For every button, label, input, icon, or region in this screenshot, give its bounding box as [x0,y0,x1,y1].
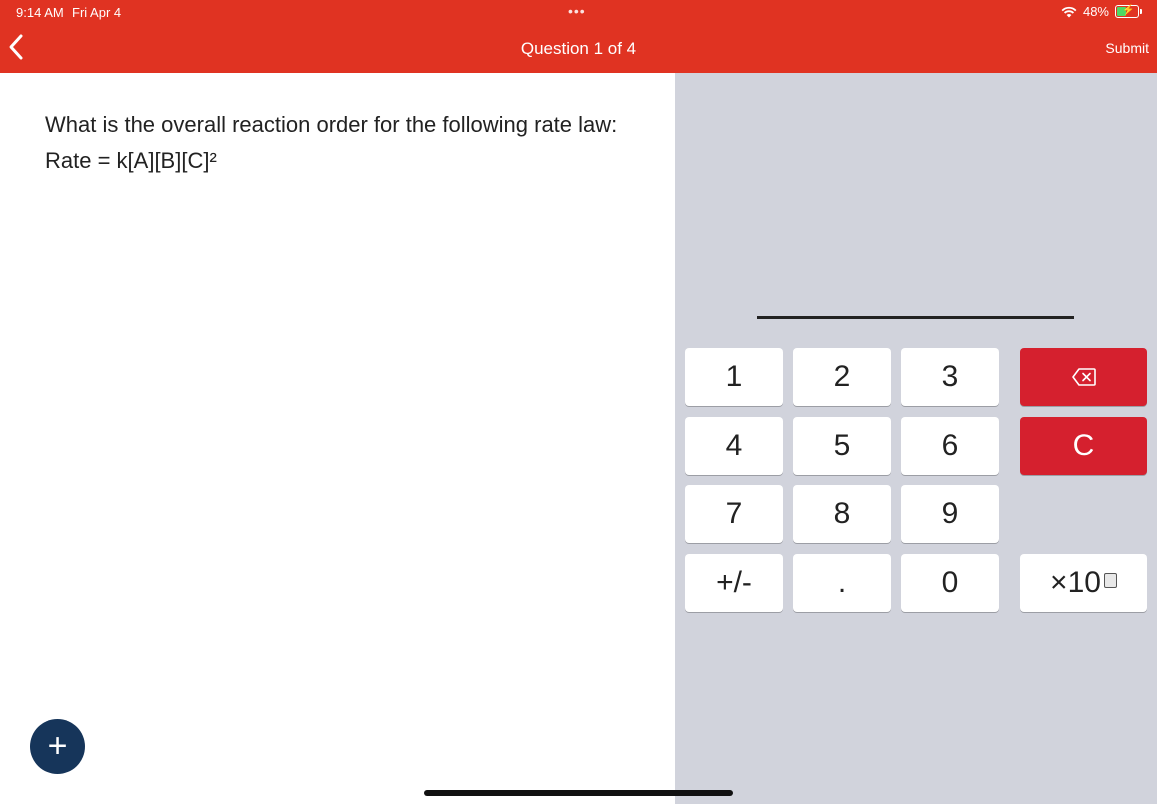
battery-charging-icon: ⚡ [1115,5,1142,18]
wifi-icon [1061,6,1077,17]
key-3[interactable]: 3 [901,348,999,406]
charging-bolt-icon: ⚡ [1122,5,1135,16]
question-text: What is the overall reaction order for t… [45,107,655,179]
decimal-key[interactable]: . [793,554,891,612]
page-title: Question 1 of 4 [520,39,637,58]
exponent-label: ×10 [1050,566,1101,599]
clear-button[interactable]: C [1020,417,1147,475]
question-line-1: What is the overall reaction order for t… [45,112,618,137]
battery-percent: 48% [1082,4,1109,19]
home-indicator [424,790,733,796]
rate-law-equation: Rate = k[A][B][C]² [45,148,217,173]
key-7[interactable]: 7 [685,485,783,543]
backspace-button[interactable] [1020,348,1147,406]
add-button[interactable]: + [30,719,85,774]
key-9[interactable]: 9 [901,485,999,543]
plus-icon: + [47,727,68,765]
header-bar: 9:14 AM Fri Apr 4 ••• 48% ⚡ Question 1 o… [0,0,1157,73]
key-4[interactable]: 4 [685,417,783,475]
multitask-dots[interactable]: ••• [568,3,586,19]
status-date: Fri Apr 4 [72,5,122,20]
key-2[interactable]: 2 [793,348,891,406]
answer-input-line[interactable] [757,316,1074,319]
sign-toggle-key[interactable]: +/- [685,554,783,612]
key-5[interactable]: 5 [793,417,891,475]
exponent-key[interactable]: ×10 [1020,554,1147,612]
exponent-placeholder-box [1103,572,1117,588]
backspace-icon [1071,368,1096,386]
key-8[interactable]: 8 [793,485,891,543]
submit-button[interactable]: Submit [1105,40,1149,56]
status-right: 48% ⚡ [1061,4,1142,19]
key-6[interactable]: 6 [901,417,999,475]
keypad-panel: 1 2 3 4 5 6 C 7 8 9 +/- . 0 ×10 [675,73,1157,804]
status-time: 9:14 AM [16,5,64,20]
key-0[interactable]: 0 [901,554,999,612]
chevron-left-icon[interactable] [4,32,30,62]
key-1[interactable]: 1 [685,348,783,406]
